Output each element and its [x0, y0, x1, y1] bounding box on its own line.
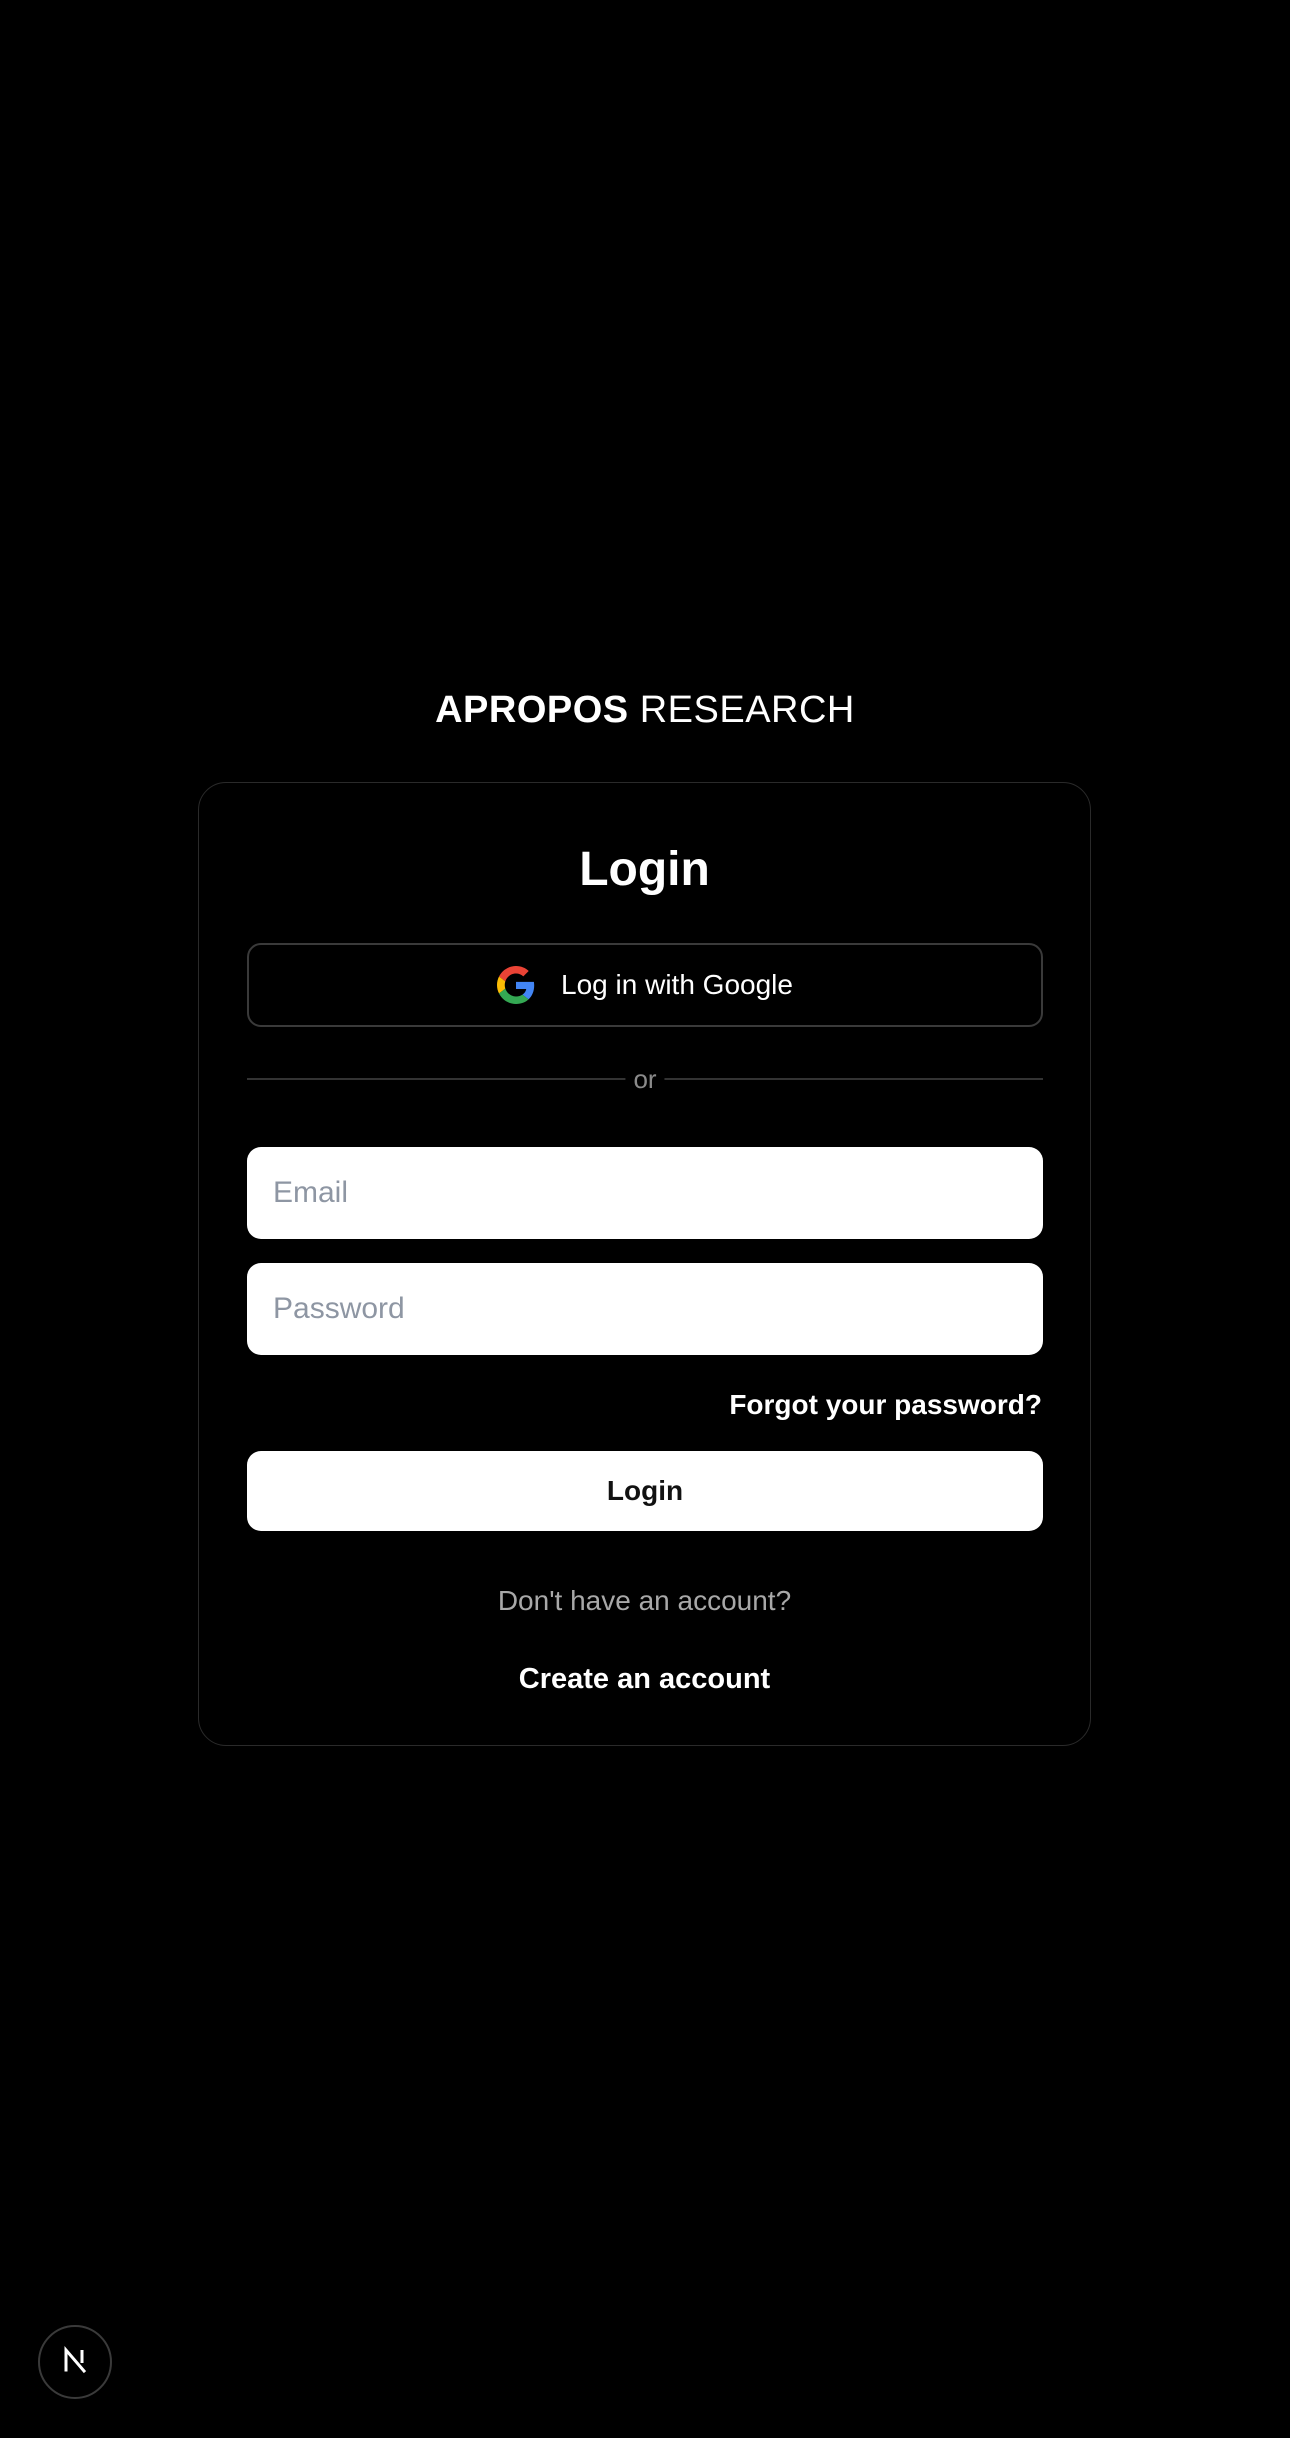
brand-name-bold: APROPOS: [435, 689, 629, 731]
brand-name-light: RESEARCH: [639, 689, 855, 731]
password-field[interactable]: [247, 1263, 1043, 1355]
forgot-password-link[interactable]: Forgot your password?: [729, 1387, 1042, 1423]
nextjs-dev-badge[interactable]: [38, 2325, 112, 2399]
create-account-link[interactable]: Create an account: [199, 1661, 1090, 1697]
login-title: Login: [579, 843, 710, 896]
divider-text: or: [625, 1061, 665, 1097]
login-card: Login Log in with Google or Forgot your …: [198, 782, 1091, 1746]
no-account-text: Don't have an account?: [497, 1585, 792, 1616]
google-login-label: Log in with Google: [561, 969, 793, 1000]
email-field[interactable]: [247, 1147, 1043, 1239]
or-divider: or: [247, 1061, 1043, 1101]
login-button[interactable]: Login: [247, 1451, 1043, 1531]
login-page: APROPOS RESEARCH Login Log in with Googl…: [0, 0, 1290, 2438]
brand-logo: APROPOS RESEARCH: [0, 686, 1290, 734]
google-login-button[interactable]: Log in with Google: [247, 943, 1043, 1027]
nextjs-n-icon: [60, 2345, 90, 2380]
google-g-icon: [497, 966, 535, 1004]
